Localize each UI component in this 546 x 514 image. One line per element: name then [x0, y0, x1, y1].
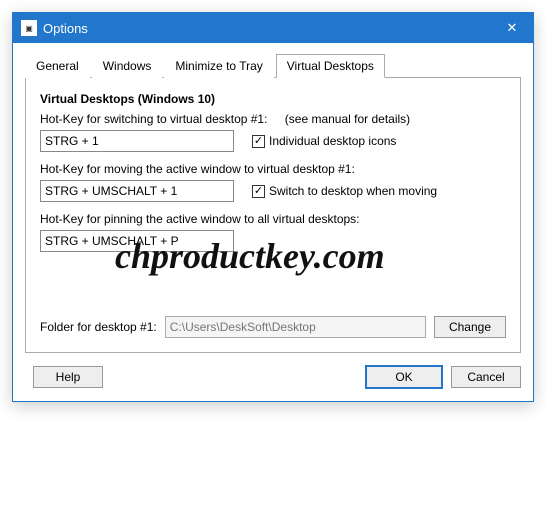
individual-icons-checkbox[interactable]: ✓ Individual desktop icons — [252, 134, 396, 148]
see-manual-note: (see manual for details) — [285, 112, 410, 126]
checkbox-icon: ✓ — [252, 185, 265, 198]
cancel-button[interactable]: Cancel — [451, 366, 521, 388]
switch-when-moving-checkbox[interactable]: ✓ Switch to desktop when moving — [252, 184, 437, 198]
group-title: Virtual Desktops (Windows 10) — [40, 92, 506, 106]
hotkey-move-input[interactable] — [40, 180, 234, 202]
dialog-buttons: Help OK Cancel — [25, 365, 521, 389]
hotkey-move-label: Hot-Key for moving the active window to … — [40, 162, 506, 176]
help-button[interactable]: Help — [33, 366, 103, 388]
tab-virtual-desktops[interactable]: Virtual Desktops — [276, 54, 385, 78]
folder-path-input[interactable] — [165, 316, 426, 338]
close-icon: ✕ — [507, 20, 518, 36]
change-button[interactable]: Change — [434, 316, 506, 338]
tab-panel-virtual-desktops: Virtual Desktops (Windows 10) Hot-Key fo… — [25, 78, 521, 353]
checkbox-icon: ✓ — [252, 135, 265, 148]
app-icon: ▣ — [21, 20, 37, 36]
titlebar: ▣ Options ✕ — [13, 13, 533, 43]
hotkey-switch-label: Hot-Key for switching to virtual desktop… — [40, 112, 267, 126]
hotkey-switch-input[interactable] — [40, 130, 234, 152]
ok-button[interactable]: OK — [365, 365, 443, 389]
hotkey-switch-label-row: Hot-Key for switching to virtual desktop… — [40, 112, 506, 126]
folder-label: Folder for desktop #1: — [40, 320, 157, 334]
hotkey-pin-input[interactable] — [40, 230, 234, 252]
switch-when-moving-label: Switch to desktop when moving — [269, 184, 437, 198]
hotkey-pin-label: Hot-Key for pinning the active window to… — [40, 212, 506, 226]
individual-icons-label: Individual desktop icons — [269, 134, 396, 148]
tab-minimize-to-tray[interactable]: Minimize to Tray — [164, 54, 273, 78]
tab-strip: General Windows Minimize to Tray Virtual… — [25, 53, 521, 78]
close-button[interactable]: ✕ — [491, 13, 533, 43]
options-window: ▣ Options ✕ General Windows Minimize to … — [12, 12, 534, 402]
window-body: General Windows Minimize to Tray Virtual… — [13, 43, 533, 401]
tab-windows[interactable]: Windows — [92, 54, 163, 78]
window-title: Options — [43, 21, 491, 36]
tab-general[interactable]: General — [25, 54, 90, 78]
